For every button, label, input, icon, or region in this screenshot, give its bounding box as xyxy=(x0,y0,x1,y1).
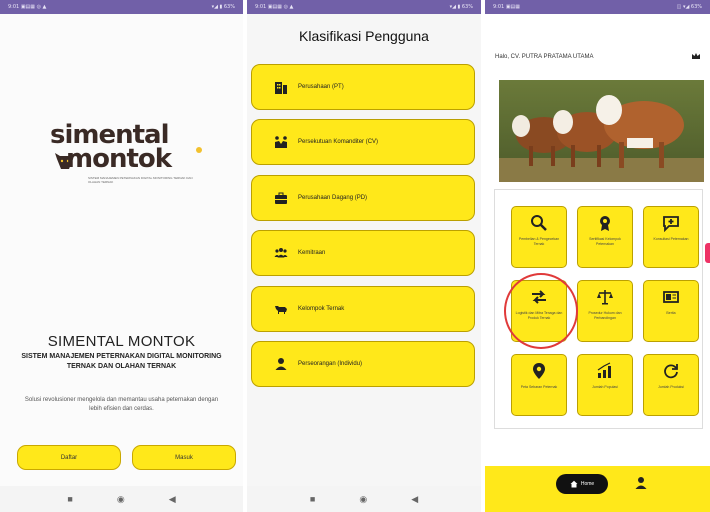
tile-label: Konsultasi Peternakan xyxy=(653,237,689,241)
app-logo: simental montok SISTEM MANAJEMEN PETERNA… xyxy=(50,122,202,184)
briefcase-icon xyxy=(275,192,287,204)
tile-berita[interactable]: Berita xyxy=(643,280,699,342)
option-perseorangan[interactable]: Perseorangan (Individu) xyxy=(251,341,475,387)
building-icon xyxy=(275,82,287,94)
tile-label: Jumlah Produksi xyxy=(658,385,684,389)
home-circle-icon[interactable]: ◉ xyxy=(359,494,367,505)
tile-label: Prosedur Hukum dan Perbandingan xyxy=(588,311,622,320)
menu-grid: Pembelian & Pengecekan Ternak Sertifikas… xyxy=(494,189,703,429)
handshake-icon xyxy=(275,136,287,148)
system-nav-bar: ■ ◉ ◀ xyxy=(0,486,243,512)
tile-prosedur-hukum[interactable]: Prosedur Hukum dan Perbandingan xyxy=(577,280,633,342)
home-icon xyxy=(570,480,578,488)
tile-pembelian[interactable]: Pembelian & Pengecekan Ternak xyxy=(511,206,567,268)
award-icon xyxy=(600,216,610,231)
option-pt[interactable]: Perusahaan (PT) xyxy=(251,64,475,110)
scale-icon xyxy=(597,290,613,305)
tile-label: Berita xyxy=(666,311,676,315)
bottom-nav-bar: Home xyxy=(485,466,710,512)
nav-home-button[interactable]: Home xyxy=(556,474,608,494)
app-subtitle: SISTEM MANAJEMEN PETERNAKAN DIGITAL MONI… xyxy=(21,353,222,370)
status-bar: 9:01 ▣▤▦ ◎ ▲ ▾◢ ▮ 63% xyxy=(247,0,481,14)
option-pd[interactable]: Perusahaan Dagang (PD) xyxy=(251,175,475,221)
tile-label: Peta Sebaran Peternak xyxy=(520,385,558,389)
app-title: SIMENTAL MONTOK xyxy=(47,333,196,350)
search-icon xyxy=(531,215,547,231)
classification-screen: 9:01 ▣▤▦ ◎ ▲ ▾◢ ▮ 63% Klasifikasi Penggu… xyxy=(247,0,481,512)
option-label: Kelompok Ternak xyxy=(298,306,345,312)
cattle-photo xyxy=(499,80,704,182)
tile-jumlah-populasi[interactable]: Jumlah Populasi xyxy=(577,354,633,416)
tile-label: Sertifikasi Kelompok Peternakan xyxy=(589,237,621,246)
register-button[interactable]: Daftar xyxy=(17,445,121,470)
recents-icon[interactable]: ■ xyxy=(310,494,315,504)
person-icon xyxy=(275,358,287,370)
welcome-screen: 9:01 ▣▤▦ ◎ ▲ ▾◢ ▮ 63% simental montok SI… xyxy=(0,0,243,512)
status-left: 9:01 ▣▤▦ xyxy=(493,4,520,10)
dashboard-screen: 9:01 ▣▤▦ ◫ ▾◢ 63% Halo, CV. PUTRA PRATAM… xyxy=(485,0,710,512)
map-pin-icon xyxy=(533,363,545,379)
refresh-icon xyxy=(664,364,678,379)
system-nav-bar: ■ ◉ ◀ xyxy=(247,486,481,512)
home-circle-icon[interactable]: ◉ xyxy=(117,494,125,505)
cow-icon xyxy=(275,306,287,314)
option-label: Kemitraan xyxy=(298,250,326,256)
status-right: ▾◢ ▮ 63% xyxy=(449,4,473,10)
login-button[interactable]: Masuk xyxy=(132,445,236,470)
status-right: ◫ ▾◢ 63% xyxy=(676,4,702,10)
tile-sertifikasi[interactable]: Sertifikasi Kelompok Peternakan xyxy=(577,206,633,268)
status-left: 9:01 ▣▤▦ ◎ ▲ xyxy=(8,4,47,10)
crown-icon[interactable] xyxy=(691,51,701,61)
option-label: Persekutuan Komanditer (CV) xyxy=(298,139,379,145)
side-handle[interactable] xyxy=(705,243,710,263)
highlight-circle xyxy=(504,273,578,349)
tile-konsultasi[interactable]: Konsultasi Peternakan xyxy=(643,206,699,268)
logo-tagline: SISTEM MANAJEMEN PETERNAKAN DIGITAL MONI… xyxy=(88,176,193,184)
option-label: Perusahaan (PT) xyxy=(298,84,344,90)
nav-home-label: Home xyxy=(580,481,595,487)
greeting-text: Halo, CV. PUTRA PRATAMA UTAMA xyxy=(495,54,594,60)
option-kemitraan[interactable]: Kemitraan xyxy=(251,230,475,276)
status-bar: 9:01 ▣▤▦ ◫ ▾◢ 63% xyxy=(485,0,710,14)
news-icon xyxy=(663,291,679,303)
app-description: Solusi revolusioner mengelola dan memant… xyxy=(24,397,219,412)
status-left: 9:01 ▣▤▦ ◎ ▲ xyxy=(255,4,294,10)
tile-jumlah-produksi[interactable]: Jumlah Produksi xyxy=(643,354,699,416)
status-bar: 9:01 ▣▤▦ ◎ ▲ ▾◢ ▮ 63% xyxy=(0,0,243,14)
chat-plus-icon xyxy=(663,216,679,232)
back-icon[interactable]: ◀ xyxy=(411,494,418,505)
bar-chart-icon xyxy=(597,362,611,378)
tile-label: Pembelian & Pengecekan Ternak xyxy=(518,237,560,246)
option-label: Perusahaan Dagang (PD) xyxy=(298,195,368,201)
logo-accent-dot xyxy=(196,147,202,153)
option-cv[interactable]: Persekutuan Komanditer (CV) xyxy=(251,119,475,165)
page-title: Klasifikasi Pengguna xyxy=(299,28,429,44)
tile-label: Jumlah Populasi xyxy=(592,385,618,389)
back-icon[interactable]: ◀ xyxy=(169,494,176,505)
option-kelompok-ternak[interactable]: Kelompok Ternak xyxy=(251,286,475,332)
option-label: Perseorangan (Individu) xyxy=(298,361,363,367)
recents-icon[interactable]: ■ xyxy=(67,494,72,504)
group-icon xyxy=(274,248,288,258)
tile-peta-sebaran[interactable]: Peta Sebaran Peternak xyxy=(511,354,567,416)
profile-icon[interactable] xyxy=(634,476,648,490)
status-right: ▾◢ ▮ 63% xyxy=(211,4,235,10)
logo-line-2: montok xyxy=(66,144,172,174)
